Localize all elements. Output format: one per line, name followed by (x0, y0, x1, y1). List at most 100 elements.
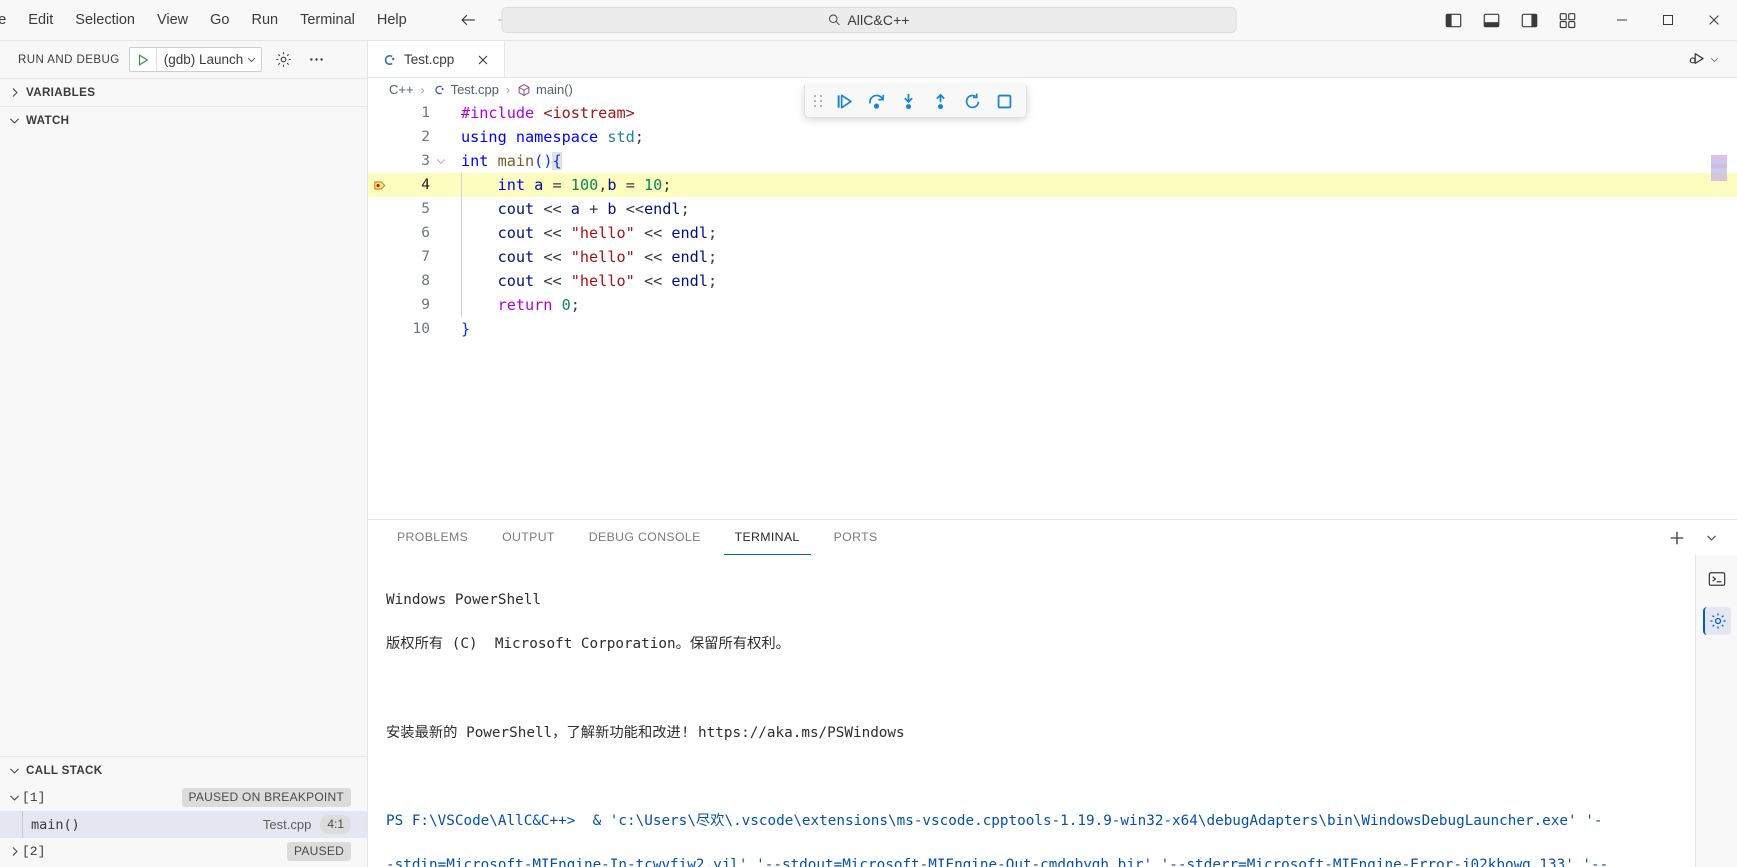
maximize-icon[interactable] (1645, 0, 1691, 41)
line-number: 3 (392, 149, 432, 173)
start-debugging-icon[interactable] (130, 48, 157, 71)
breakpoint-gutter[interactable] (368, 149, 392, 173)
new-terminal-icon[interactable] (1665, 526, 1689, 550)
code-line[interactable]: 3 int main(){ (368, 149, 1737, 173)
step-out-icon[interactable] (925, 88, 955, 114)
call-stack-session-1[interactable]: [1] PAUSED ON BREAKPOINT (0, 784, 367, 811)
line-number: 2 (392, 125, 432, 149)
fold-gutter[interactable] (432, 221, 449, 245)
call-stack-frame-main[interactable]: main() Test.cpp 4:1 (0, 811, 367, 838)
arrow-left-icon[interactable] (458, 9, 480, 31)
sidebar-section-watch[interactable]: WATCH (0, 106, 367, 134)
terminal-output[interactable]: Windows PowerShell 版权所有 (C) Microsoft Co… (368, 555, 1695, 867)
fold-gutter[interactable] (432, 317, 449, 341)
close-icon[interactable] (1691, 0, 1737, 41)
tab-ports[interactable]: PORTS (823, 520, 889, 555)
stop-icon[interactable] (989, 88, 1019, 114)
breadcrumb-item-file[interactable]: Test.cpp (430, 82, 501, 97)
breadcrumb: C++ › Test.cpp › (368, 78, 1737, 101)
tab-problems[interactable]: PROBLEMS (386, 520, 479, 555)
fold-gutter[interactable] (432, 197, 449, 221)
code-line[interactable]: 9 return 0; (368, 293, 1737, 317)
breakpoint-icon[interactable] (368, 173, 392, 197)
launch-configuration-control: (gdb) Launch (129, 47, 263, 72)
fold-gutter[interactable] (432, 293, 449, 317)
code-line-current[interactable]: 4 int a = 100,b = 10; (368, 173, 1737, 197)
minimap[interactable] (1711, 155, 1727, 181)
menu-item-go[interactable]: Go (199, 6, 240, 34)
customize-layout-icon[interactable] (1557, 10, 1577, 30)
code-text: cout << "hello" << endl; (449, 269, 717, 293)
menu-item-run[interactable]: Run (240, 6, 289, 34)
fold-gutter[interactable] (432, 125, 449, 149)
drag-handle-icon[interactable] (809, 89, 827, 113)
line-number: 8 (392, 269, 432, 293)
menu-item-help[interactable]: Help (366, 6, 418, 34)
more-actions-icon[interactable] (304, 48, 328, 72)
menu-item-edit[interactable]: Edit (17, 6, 64, 34)
sidebar-section-call-stack[interactable]: CALL STACK (0, 756, 367, 784)
breakpoint-gutter[interactable] (368, 245, 392, 269)
fold-gutter[interactable] (432, 101, 449, 125)
launch-config-select[interactable]: (gdb) Launch (157, 52, 262, 67)
code-line[interactable]: 2 using namespace std; (368, 125, 1737, 149)
code-line[interactable]: 5 cout << a + b <<endl; (368, 197, 1737, 221)
restart-icon[interactable] (957, 88, 987, 114)
terminal-gear-icon[interactable] (1703, 607, 1731, 635)
toggle-primary-sidebar-icon[interactable] (1443, 10, 1463, 30)
code-line[interactable]: 7 cout << "hello" << endl; (368, 245, 1737, 269)
gear-icon[interactable] (271, 48, 295, 72)
step-over-icon[interactable] (861, 88, 891, 114)
menu-item-file[interactable]: le (0, 6, 17, 34)
toggle-panel-icon[interactable] (1481, 10, 1501, 30)
minimize-icon[interactable] (1599, 0, 1645, 41)
continue-icon[interactable] (829, 88, 859, 114)
menu-item-terminal[interactable]: Terminal (289, 6, 366, 34)
breakpoint-gutter[interactable] (368, 221, 392, 245)
breadcrumb-item-language[interactable]: C++ (387, 82, 416, 97)
debug-toolbar[interactable] (804, 85, 1027, 118)
editor-tab-test-cpp[interactable]: Test.cpp (368, 41, 505, 77)
terminal-powershell-icon[interactable] (1703, 565, 1731, 593)
fold-gutter[interactable] (432, 269, 449, 293)
breakpoint-gutter[interactable] (368, 317, 392, 341)
chevron-down-icon (6, 763, 22, 779)
breakpoint-gutter[interactable] (368, 101, 392, 125)
terminal-line (386, 677, 1689, 699)
breadcrumb-label: C++ (389, 82, 414, 97)
toggle-secondary-sidebar-icon[interactable] (1519, 10, 1539, 30)
editor-actions (1686, 41, 1737, 77)
code-line[interactable]: 1 #include <iostream> (368, 101, 1737, 125)
breadcrumb-item-symbol[interactable]: main() (515, 82, 575, 97)
fold-chevron-icon[interactable] (432, 149, 449, 173)
tab-debug-console[interactable]: DEBUG CONSOLE (578, 520, 712, 555)
chevron-down-icon[interactable] (6, 790, 22, 806)
chevron-down-icon[interactable] (1699, 526, 1723, 550)
indent-guide (461, 173, 462, 197)
chevron-down-icon (246, 54, 257, 65)
fold-gutter[interactable] (432, 173, 449, 197)
close-icon[interactable] (473, 50, 493, 70)
code-line[interactable]: 6 cout << "hello" << endl; (368, 221, 1737, 245)
menu-bar: le Edit Selection View Go Run Terminal H… (0, 6, 418, 34)
code-line[interactable]: 10 } (368, 317, 1737, 341)
call-stack-session-2[interactable]: [2] PAUSED (0, 838, 367, 865)
sidebar-section-variables[interactable]: VARIABLES (0, 78, 367, 106)
search-input[interactable]: AllC&C++ (501, 7, 1236, 33)
step-into-icon[interactable] (893, 88, 923, 114)
breakpoint-gutter[interactable] (368, 269, 392, 293)
breakpoint-gutter[interactable] (368, 197, 392, 221)
tab-terminal[interactable]: TERMINAL (724, 520, 811, 555)
tab-output[interactable]: OUTPUT (491, 520, 566, 555)
breakpoint-gutter[interactable] (368, 293, 392, 317)
code-line[interactable]: 8 cout << "hello" << endl; (368, 269, 1737, 293)
chevron-right-icon[interactable] (6, 844, 22, 860)
editor-tab-bar: Test.cpp (368, 41, 1737, 78)
code-editor[interactable]: 1 #include <iostream> 2 using namespace … (368, 101, 1737, 519)
fold-gutter[interactable] (432, 245, 449, 269)
breakpoint-gutter[interactable] (368, 125, 392, 149)
terminal-view[interactable]: Windows PowerShell 版权所有 (C) Microsoft Co… (368, 555, 1737, 867)
menu-item-selection[interactable]: Selection (64, 6, 146, 34)
menu-item-view[interactable]: View (146, 6, 199, 34)
run-and-debug-icon[interactable] (1686, 47, 1723, 71)
